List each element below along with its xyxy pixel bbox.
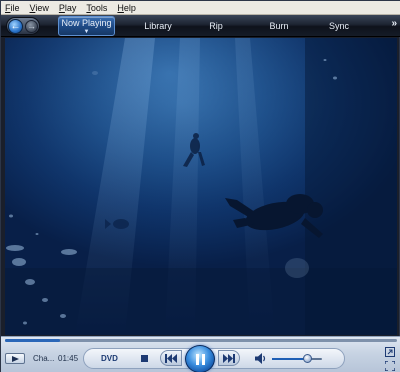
toolbar: ← → Now Playing ▼ Library Rip Burn Sync … <box>1 15 400 37</box>
volume-slider-thumb[interactable] <box>303 354 312 363</box>
fullscreen-icon[interactable] <box>385 361 395 371</box>
previous-button[interactable] <box>160 350 182 366</box>
volume-slider[interactable] <box>272 358 322 360</box>
next-button[interactable] <box>218 350 240 366</box>
speaker-icon[interactable] <box>255 353 267 364</box>
menu-tools[interactable]: Tools <box>86 1 107 15</box>
switch-to-compact-mode-icon[interactable] <box>385 347 395 357</box>
pause-button[interactable] <box>185 345 215 372</box>
play-icon <box>12 356 19 362</box>
media-player-window: File View Play Tools Help ← → Now Playin… <box>0 0 400 372</box>
video-display[interactable] <box>5 38 397 335</box>
tab-rip[interactable]: Rip <box>204 16 228 36</box>
menu-help[interactable]: Help <box>117 1 136 15</box>
tab-sync[interactable]: Sync <box>324 16 354 36</box>
stop-icon[interactable] <box>140 354 149 363</box>
seek-bar-progress <box>5 339 60 342</box>
dvd-menu-button[interactable]: DVD <box>101 354 118 363</box>
menu-bar: File View Play Tools Help <box>1 1 400 15</box>
navigation-buttons: ← → <box>6 17 40 35</box>
pause-icon <box>196 354 205 365</box>
back-arrow-icon[interactable]: ← <box>8 19 23 34</box>
tab-now-playing-label: Now Playing <box>61 18 112 28</box>
next-icon <box>223 354 235 363</box>
menu-play[interactable]: Play <box>59 1 77 15</box>
chapter-label: Cha... <box>33 354 55 363</box>
previous-icon <box>165 354 177 363</box>
elapsed-time: 01:45 <box>58 354 79 363</box>
menu-view[interactable]: View <box>30 1 49 15</box>
forward-arrow-icon[interactable]: → <box>25 20 38 33</box>
tab-burn[interactable]: Burn <box>264 16 294 36</box>
now-playing-play-button[interactable] <box>5 353 25 364</box>
more-tabs-chevron-icon[interactable]: » <box>391 18 397 29</box>
tab-now-playing[interactable]: Now Playing ▼ <box>58 16 115 36</box>
underwater-scene <box>5 38 397 335</box>
chevron-down-icon[interactable]: ▼ <box>59 29 114 35</box>
menu-file[interactable]: File <box>5 1 20 15</box>
tab-library[interactable]: Library <box>138 16 178 36</box>
transport-bar: Cha... 01:45 DVD <box>1 336 400 372</box>
seek-bar[interactable] <box>5 339 397 342</box>
